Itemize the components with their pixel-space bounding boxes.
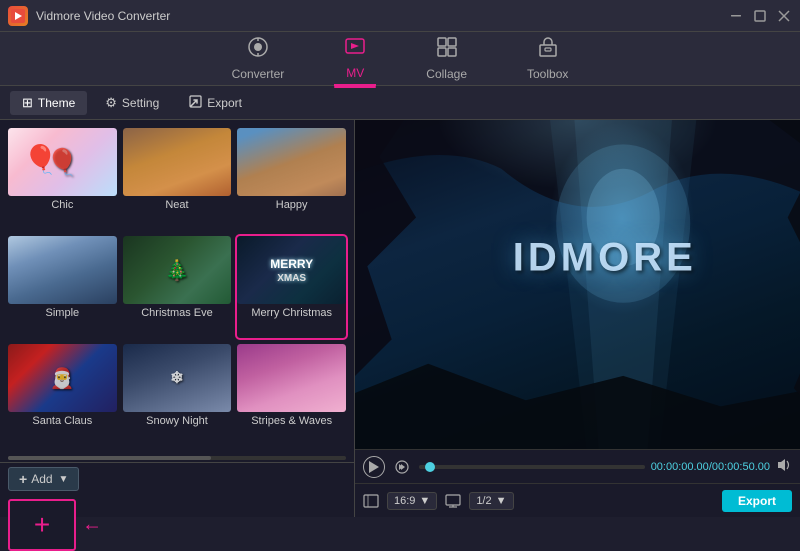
time-display: 00:00:00.00/00:00:50.00 xyxy=(651,461,770,473)
add-media-button[interactable]: + Add ▼ xyxy=(8,467,79,491)
theme-grid-icon: ⊞ xyxy=(22,95,33,111)
subnav-setting-label: Setting xyxy=(122,96,159,110)
tab-toolbox[interactable]: Toolbox xyxy=(517,32,578,85)
screen-icon-wrap xyxy=(445,494,461,508)
theme-label-snowy-night: Snowy Night xyxy=(123,412,232,430)
player-controls: 00:00:00.00/00:00:50.00 xyxy=(355,449,800,483)
time-current: 00:00:00.00 xyxy=(651,461,709,473)
subnav-export-label: Export xyxy=(207,96,242,110)
media-slot-row: + ← xyxy=(8,499,346,551)
ratio-icon xyxy=(363,494,379,508)
themes-scrollbar-thumb xyxy=(8,456,211,460)
theme-card-happy[interactable]: Happy xyxy=(237,128,346,230)
progress-bar[interactable] xyxy=(419,465,645,469)
theme-card-christmas-eve[interactable]: 🎄 Christmas Eve xyxy=(123,236,232,338)
app-title: Vidmore Video Converter xyxy=(36,9,728,23)
plus-icon: + xyxy=(19,471,27,487)
theme-label-neat: Neat xyxy=(123,196,232,214)
screen-value: 1/2 xyxy=(476,495,491,507)
theme-label-happy: Happy xyxy=(237,196,346,214)
setting-gear-icon: ⚙ xyxy=(105,95,117,111)
converter-icon xyxy=(247,36,269,64)
cave-overlay xyxy=(355,120,800,449)
tab-mv-label: MV xyxy=(346,66,364,80)
left-panel: 🎈 Chic Neat Happy xyxy=(0,120,355,517)
theme-card-chic[interactable]: 🎈 Chic xyxy=(8,128,117,230)
preview-vid-prefix: IDMORE xyxy=(513,236,697,280)
nav-tabs: Converter MV Collage xyxy=(0,32,800,86)
subnav-setting[interactable]: ⚙ Setting xyxy=(93,91,171,115)
ratio-chevron-icon: ▼ xyxy=(419,495,430,507)
sub-nav: ⊞ Theme ⚙ Setting Export xyxy=(0,86,800,120)
window-controls[interactable] xyxy=(728,8,792,24)
tab-mv[interactable]: MV xyxy=(334,31,376,86)
rewind-button[interactable] xyxy=(391,456,413,478)
themes-scrollbar[interactable] xyxy=(8,456,346,460)
time-total: 00:00:50.00 xyxy=(712,461,770,473)
aspect-ratio-select[interactable]: 16:9 ▼ xyxy=(387,492,437,510)
mv-icon xyxy=(344,35,366,63)
maximize-button[interactable] xyxy=(752,8,768,24)
add-label: Add xyxy=(31,472,52,486)
screen-size-select[interactable]: 1/2 ▼ xyxy=(469,492,513,510)
theme-card-neat[interactable]: Neat xyxy=(123,128,232,230)
theme-label-stripes-waves: Stripes & Waves xyxy=(237,412,346,430)
theme-card-snowy-night[interactable]: ❄ Snowy Night xyxy=(123,344,232,446)
screen-icon xyxy=(445,494,461,508)
subnav-export[interactable]: Export xyxy=(177,91,254,115)
collage-icon xyxy=(436,36,458,64)
theme-card-simple[interactable]: Simple xyxy=(8,236,117,338)
theme-label-christmas-eve: Christmas Eve xyxy=(123,304,232,322)
theme-label-chic: Chic xyxy=(8,196,117,214)
ratio-value: 16:9 xyxy=(394,495,415,507)
toolbox-icon xyxy=(537,36,559,64)
subnav-theme-label: Theme xyxy=(38,96,75,110)
theme-card-santa-claus[interactable]: 🎅 Santa Claus xyxy=(8,344,117,446)
tab-collage-label: Collage xyxy=(426,67,467,81)
right-panel: IDMORE 00:00:00.00/00:00:50.00 xyxy=(355,120,800,517)
theme-label-simple: Simple xyxy=(8,304,117,322)
bottom-controls: 16:9 ▼ 1/2 ▼ Export xyxy=(355,483,800,517)
video-preview: IDMORE xyxy=(355,120,800,449)
tab-converter-label: Converter xyxy=(232,67,285,81)
close-button[interactable] xyxy=(776,8,792,24)
tab-toolbox-label: Toolbox xyxy=(527,67,568,81)
theme-card-stripes-waves[interactable]: Stripes & Waves xyxy=(237,344,346,446)
main-content: 🎈 Chic Neat Happy xyxy=(0,120,800,517)
chevron-down-icon: ▼ xyxy=(59,474,69,485)
themes-grid: 🎈 Chic Neat Happy xyxy=(0,120,354,454)
theme-card-merry-christmas[interactable]: MERRY XMAS Merry Christmas xyxy=(237,236,346,338)
preview-title-text: IDMORE xyxy=(513,236,697,281)
subnav-theme[interactable]: ⊞ Theme xyxy=(10,91,87,115)
export-arrow-icon xyxy=(189,95,202,111)
slot-plus-icon: + xyxy=(34,509,50,541)
tab-collage[interactable]: Collage xyxy=(416,32,477,85)
minimize-button[interactable] xyxy=(728,8,744,24)
play-button[interactable] xyxy=(363,456,385,478)
ratio-icon-wrap xyxy=(363,494,379,508)
export-button[interactable]: Export xyxy=(722,490,792,512)
theme-label-merry-christmas: Merry Christmas xyxy=(237,304,346,322)
media-slot-1[interactable]: + ← xyxy=(8,499,76,551)
app-logo xyxy=(8,6,28,26)
tab-converter[interactable]: Converter xyxy=(222,32,295,85)
title-bar: Vidmore Video Converter xyxy=(0,0,800,32)
theme-label-santa-claus: Santa Claus xyxy=(8,412,117,430)
screen-chevron-icon: ▼ xyxy=(496,495,507,507)
volume-button[interactable] xyxy=(776,457,792,476)
progress-indicator xyxy=(425,462,435,472)
media-area: + Add ▼ + ← xyxy=(0,462,354,517)
